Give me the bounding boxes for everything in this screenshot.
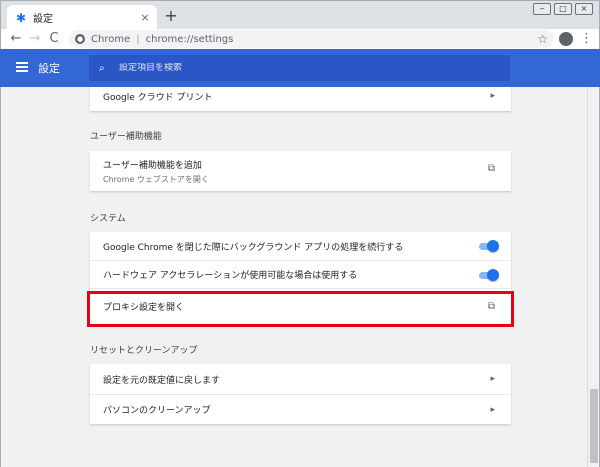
page-title: 設定 [38, 62, 60, 75]
add-accessibility-row[interactable]: ユーザー補助機能を追加 Chrome ウェブストアを開く ⧉ [90, 151, 511, 191]
chevron-right-icon: ▸ [490, 91, 495, 101]
scrollbar-thumb[interactable] [590, 389, 598, 463]
background-apps-toggle[interactable] [477, 240, 499, 252]
hardware-acceleration-row: ハードウェア アクセラレーションが使用可能な場合は使用する [90, 260, 511, 288]
tab-close-icon[interactable]: × [137, 11, 153, 24]
bookmark-star-icon[interactable]: ☆ [537, 32, 548, 46]
chevron-right-icon: ▸ [490, 404, 495, 415]
address-separator: | [136, 33, 140, 45]
address-scheme: Chrome [91, 33, 131, 45]
background-apps-row: Google Chrome を閉じた際にバックグラウンド アプリの処理を続行する [90, 232, 511, 260]
back-button[interactable]: ← [7, 30, 25, 48]
settings-content: Google クラウド プリント ▸ ユーザー補助機能 ユーザー補助機能を追加 … [0, 87, 587, 467]
settings-header: 設定 ⌕ [0, 49, 600, 87]
new-tab-button[interactable]: + [162, 7, 180, 25]
cloud-print-label: Google クラウド プリント [103, 92, 213, 103]
settings-search[interactable]: ⌕ [89, 55, 510, 81]
chrome-site-icon: ● [75, 34, 85, 44]
gear-icon: ✱ [15, 10, 27, 25]
tab-title: 設定 [33, 14, 53, 25]
chrome-menu-icon[interactable]: ⋮ [580, 30, 593, 48]
add-accessibility-label: ユーザー補助機能を追加 [103, 160, 202, 171]
forward-button[interactable]: → [26, 30, 44, 48]
hardware-acceleration-toggle[interactable] [477, 268, 499, 281]
reset-card: 設定を元の既定値に戻します ▸ パソコンのクリーンアップ ▸ [90, 364, 511, 424]
system-section-title: システム [90, 214, 126, 224]
minimize-button[interactable]: ‒ [533, 3, 551, 15]
address-url: chrome://settings [145, 33, 234, 45]
search-icon: ⌕ [99, 62, 105, 74]
maximize-button[interactable]: □ [554, 3, 572, 15]
tab-strip: ✱ 設定 × + ‒ □ × [0, 0, 600, 30]
cloud-print-row[interactable]: Google クラウド プリント ▸ [90, 87, 511, 111]
accessibility-card: ユーザー補助機能を追加 Chrome ウェブストアを開く ⧉ [90, 151, 511, 191]
external-link-icon: ⧉ [487, 301, 495, 312]
computer-cleanup-row[interactable]: パソコンのクリーンアップ ▸ [90, 394, 511, 424]
restore-defaults-label: 設定を元の既定値に戻します [103, 375, 221, 386]
search-input[interactable] [119, 63, 499, 73]
computer-cleanup-label: パソコンのクリーンアップ [103, 406, 211, 416]
external-link-icon: ⧉ [487, 163, 495, 174]
address-bar[interactable]: ● Chrome | chrome://settings ☆ [69, 30, 554, 48]
tab-settings[interactable]: ✱ 設定 × [7, 5, 157, 30]
background-apps-label: Google Chrome を閉じた際にバックグラウンド アプリの処理を続行する [103, 242, 404, 253]
system-card: Google Chrome を閉じた際にバックグラウンド アプリの処理を続行する… [90, 232, 511, 324]
add-accessibility-sublabel: Chrome ウェブストアを開く [103, 174, 209, 184]
printing-card: Google クラウド プリント ▸ [90, 87, 511, 111]
hardware-acceleration-label: ハードウェア アクセラレーションが使用可能な場合は使用する [103, 271, 358, 281]
open-proxy-settings-row[interactable]: プロキシ設定を開く ⧉ [90, 288, 511, 324]
chevron-right-icon: ▸ [490, 374, 495, 384]
scrollbar[interactable] [587, 87, 600, 467]
open-proxy-settings-label: プロキシ設定を開く [103, 303, 185, 313]
restore-defaults-row[interactable]: 設定を元の既定値に戻します ▸ [90, 364, 511, 394]
browser-toolbar: ← → C ● Chrome | chrome://settings ☆ ⋮ [0, 29, 600, 49]
profile-avatar-icon[interactable] [559, 32, 573, 46]
reload-button[interactable]: C [45, 30, 63, 48]
close-window-button[interactable]: × [575, 3, 593, 15]
toggle-knob [487, 240, 499, 252]
hamburger-menu-icon[interactable] [16, 62, 28, 72]
toggle-knob [487, 268, 499, 281]
accessibility-section-title: ユーザー補助機能 [90, 132, 162, 142]
reset-section-title: リセットとクリーンアップ [90, 346, 198, 356]
